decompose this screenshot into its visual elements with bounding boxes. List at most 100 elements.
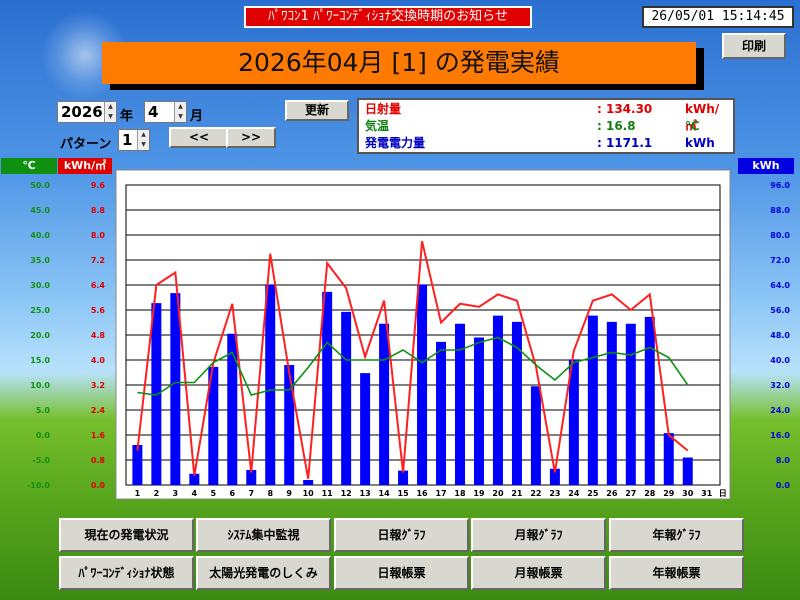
power-bar [530,386,541,485]
nav-button[interactable]: 太陽光発電のしくみ [196,556,331,590]
power-tick-label: 96.0 [770,181,790,190]
monthly-generation-chart: 50.0 9.6 96.045.0 8.8 88.040.0 8.0 80.035.0 7.2… [27,169,791,500]
power-bar [587,315,598,485]
irradiance-tick-label: 1.6 [91,431,106,440]
x-tick-label: 26 [606,489,618,498]
x-tick-label: 14 [379,489,391,498]
nav-button[interactable]: 日報帳票 [334,556,469,590]
power-bar [644,316,655,485]
x-tick-label: 8 [267,489,273,498]
x-tick-label: 12 [341,489,352,498]
irradiance-tick-label: 0.0 [91,481,106,490]
x-tick-label: 27 [625,489,636,498]
x-tick-label: 10 [303,489,315,498]
nav-button[interactable]: ｼｽﾃﾑ集中監視 [196,518,331,552]
power-bar [284,365,295,485]
temp-tick-label: 20.0 [30,331,50,340]
power-tick-label: 8.0 [776,456,791,465]
irradiance-tick-label: 3.2 [91,381,105,390]
x-tick-label: 15 [398,489,410,498]
x-tick-label: 30 [682,489,694,498]
temp-tick-label: 25.0 [30,306,50,315]
x-tick-label: 25 [587,489,599,498]
temp-tick-label: 15.0 [30,356,50,365]
x-tick-label: 11 [322,489,334,498]
x-tick-label: 18 [454,489,466,498]
power-bar [473,337,484,485]
power-tick-label: 64.0 [770,281,790,290]
irradiance-tick-label: 5.6 [91,306,106,315]
irradiance-tick-label: 6.4 [91,281,106,290]
x-tick-label: 3 [173,489,179,498]
power-bar [341,311,352,485]
x-tick-label: 22 [530,489,541,498]
temp-tick-label: -10.0 [27,481,50,490]
power-bar [398,470,409,485]
x-tick-label: 29 [663,489,675,498]
power-bar [682,457,693,485]
power-tick-label: 40.0 [770,356,790,365]
nav-button[interactable]: 月報帳票 [471,556,606,590]
x-tick-label: 5 [211,489,217,498]
irradiance-tick-label: 2.4 [91,406,106,415]
x-tick-label: 19 [473,489,485,498]
nav-button[interactable]: 年報ｸﾞﾗﾌ [609,518,744,552]
x-tick-label: 24 [568,489,580,498]
x-tick-label: 23 [549,489,560,498]
x-tick-label: 2 [154,489,160,498]
x-tick-label: 13 [360,489,371,498]
power-bar [379,323,390,485]
temp-tick-label: 35.0 [30,256,50,265]
power-bar [606,321,617,485]
temp-tick-label: 50.0 [30,181,50,190]
nav-button[interactable]: 年報帳票 [609,556,744,590]
power-bar [303,480,314,485]
irradiance-tick-label: 9.6 [91,181,106,190]
irradiance-tick-label: 4.8 [91,331,106,340]
irradiance-tick-label: 0.8 [91,456,106,465]
temp-tick-label: 30.0 [30,281,50,290]
temp-tick-label: 45.0 [30,206,50,215]
power-bar [227,333,238,485]
x-tick-label: 28 [644,489,656,498]
power-bar [265,284,276,485]
irradiance-tick-label: 7.2 [91,256,105,265]
x-tick-label: 21 [511,489,523,498]
nav-button[interactable]: 日報ｸﾞﾗﾌ [334,518,469,552]
x-axis-suffix: 日 [719,489,727,498]
nav-button[interactable]: ﾊﾟﾜｰｺﾝﾃﾞｨｼｮﾅ状態 [59,556,194,590]
x-tick-label: 1 [135,489,141,498]
irradiance-tick-label: 8.8 [91,206,106,215]
x-tick-label: 17 [435,489,446,498]
x-tick-label: 20 [492,489,504,498]
power-bar [360,373,371,485]
power-bar [663,433,674,485]
power-bar [322,291,333,485]
power-tick-label: 72.0 [770,256,790,265]
temp-tick-label: 5.0 [36,406,51,415]
irradiance-tick-label: 4.0 [91,356,106,365]
temp-tick-label: 40.0 [30,231,50,240]
power-tick-label: 32.0 [770,381,790,390]
power-tick-label: 56.0 [770,306,790,315]
power-tick-label: 24.0 [770,406,790,415]
power-tick-label: 0.0 [776,481,791,490]
power-bar [170,293,181,485]
power-bar [625,323,636,485]
nav-button[interactable]: 月報ｸﾞﾗﾌ [471,518,606,552]
power-bar [436,341,447,485]
nav-button[interactable]: 現在の発電状況 [59,518,194,552]
x-tick-label: 4 [192,489,198,498]
irradiance-tick-label: 8.0 [91,231,106,240]
power-bar [492,315,503,485]
temp-tick-label: 0.0 [36,431,51,440]
x-tick-label: 31 [701,489,713,498]
x-tick-label: 16 [416,489,428,498]
x-tick-label: 6 [229,489,235,498]
power-tick-label: 88.0 [770,206,790,215]
power-tick-label: 16.0 [770,431,790,440]
temp-tick-label: -5.0 [33,456,51,465]
power-tick-label: 80.0 [770,231,790,240]
temp-tick-label: 10.0 [30,381,50,390]
x-tick-label: 9 [286,489,292,498]
